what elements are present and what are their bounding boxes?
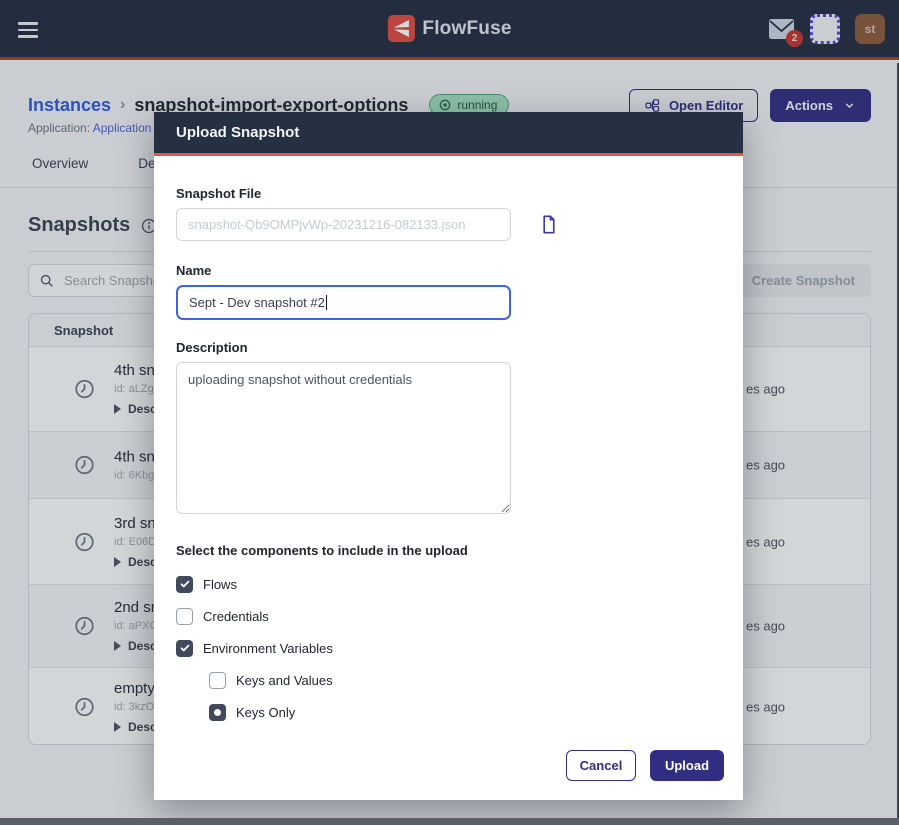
modal-title: Upload Snapshot: [176, 124, 299, 141]
checkbox-unchecked-icon[interactable]: [209, 672, 226, 689]
name-input[interactable]: Sept - Dev snapshot #2: [176, 285, 511, 320]
description-textarea[interactable]: uploading snapshot without credentials: [176, 362, 511, 514]
checkbox-unchecked-icon[interactable]: [176, 608, 193, 625]
upload-snapshot-modal: Upload Snapshot Snapshot File Name Sept …: [154, 112, 743, 800]
description-label: Description: [176, 340, 721, 355]
bottom-bar: [0, 818, 899, 825]
option-environment-variables[interactable]: Environment Variables: [176, 632, 721, 664]
option-keys-and-values[interactable]: Keys and Values: [176, 664, 721, 696]
name-label: Name: [176, 263, 721, 278]
radio-checked-icon[interactable]: [209, 704, 226, 721]
cancel-button[interactable]: Cancel: [566, 750, 636, 781]
text-caret: [326, 295, 327, 310]
checkbox-checked-icon[interactable]: [176, 640, 193, 657]
document-icon: [537, 213, 560, 236]
modal-header: Upload Snapshot: [154, 112, 743, 156]
checkbox-checked-icon[interactable]: [176, 576, 193, 593]
snapshot-file-label: Snapshot File: [176, 186, 721, 201]
option-flows[interactable]: Flows: [176, 568, 721, 600]
select-file-button[interactable]: [537, 213, 560, 236]
option-credentials[interactable]: Credentials: [176, 600, 721, 632]
snapshot-file-input[interactable]: [176, 208, 511, 241]
upload-button[interactable]: Upload: [650, 750, 724, 781]
option-keys-only[interactable]: Keys Only: [176, 696, 721, 728]
components-label: Select the components to include in the …: [176, 543, 721, 558]
